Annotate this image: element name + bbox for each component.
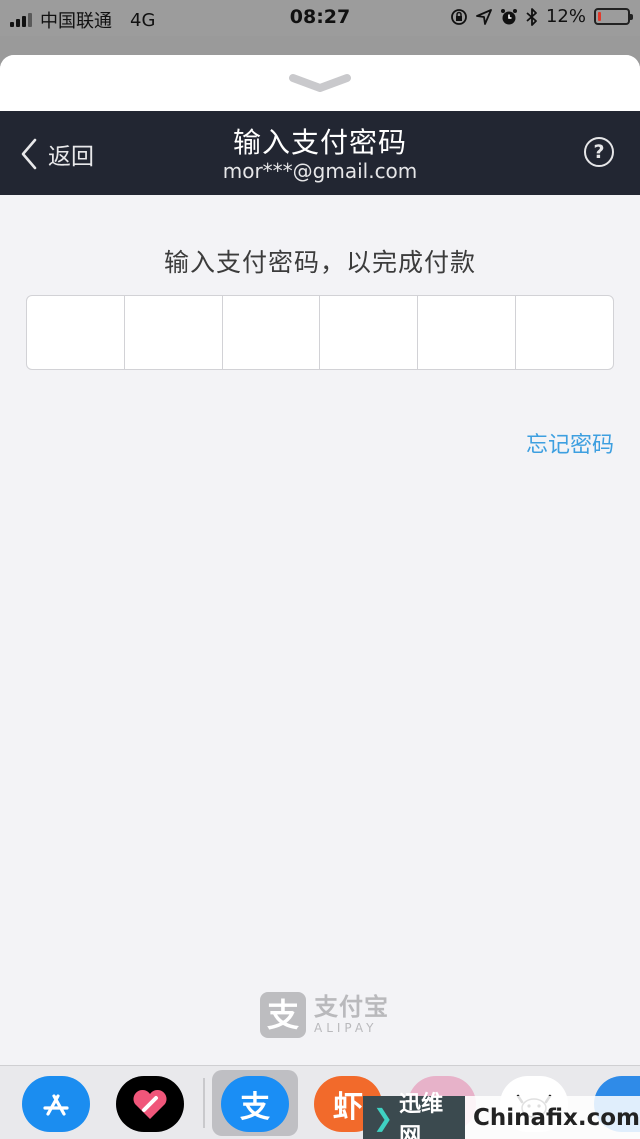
brand-name-cn: 支付宝 bbox=[314, 993, 389, 1021]
page-title: 输入支付密码 bbox=[232, 126, 407, 159]
chevron-right-icon: ❯ bbox=[373, 1103, 394, 1132]
battery-percent: 12% bbox=[545, 6, 586, 27]
pin-input[interactable] bbox=[26, 295, 614, 370]
pin-digit-5[interactable] bbox=[418, 296, 517, 369]
alipay-logo: 支 支付宝 ALIPAY bbox=[260, 992, 389, 1038]
dock-divider bbox=[203, 1078, 205, 1128]
nav-bar: 返回 输入支付密码 mor***@gmail.com ? bbox=[0, 111, 640, 195]
alipay-logo-icon: 支 bbox=[260, 992, 306, 1038]
watermark-left: ❯ 迅维网 bbox=[363, 1092, 465, 1139]
status-right: 12% bbox=[450, 6, 633, 27]
pin-digit-2[interactable] bbox=[125, 296, 223, 369]
pin-digit-3[interactable] bbox=[223, 296, 321, 369]
watermark: ❯ 迅维网 Chinafix.com bbox=[363, 1092, 640, 1139]
bluetooth-icon bbox=[526, 7, 537, 26]
app-store-icon[interactable] bbox=[22, 1076, 90, 1132]
chevron-down-icon[interactable] bbox=[288, 73, 352, 95]
alipay-wordmark: 支付宝 ALIPAY bbox=[314, 994, 389, 1036]
pin-digit-1[interactable] bbox=[27, 296, 125, 369]
password-prompt: 输入支付密码，以完成付款 bbox=[163, 248, 476, 277]
account-email: mor***@gmail.com bbox=[222, 159, 418, 183]
status-bar: 中国联通 4G 08:27 12% bbox=[0, 0, 640, 36]
pin-digit-4[interactable] bbox=[320, 296, 419, 369]
brand-name-en: ALIPAY bbox=[314, 1021, 378, 1035]
battery-fill bbox=[598, 12, 602, 21]
pin-digit-6[interactable] bbox=[516, 296, 613, 369]
heart-glyph bbox=[133, 1089, 167, 1119]
sheet-handle-area[interactable] bbox=[0, 55, 640, 111]
alarm-clock-icon bbox=[500, 8, 517, 24]
help-button[interactable]: ? bbox=[584, 137, 614, 167]
watermark-right-text: Chinafix.com bbox=[464, 1096, 640, 1139]
forgot-password-link[interactable]: 忘记密码 bbox=[526, 427, 614, 459]
battery-icon bbox=[594, 8, 633, 25]
orientation-lock-icon bbox=[451, 8, 467, 25]
health-heart-icon[interactable] bbox=[116, 1076, 184, 1132]
location-arrow-icon bbox=[476, 8, 492, 25]
alipay-icon[interactable]: 支 bbox=[221, 1076, 289, 1132]
watermark-left-text: 迅维网 bbox=[399, 1091, 444, 1139]
payment-sheet: 返回 输入支付密码 mor***@gmail.com ? 输入支付密码，以完成付… bbox=[0, 55, 640, 1065]
app-store-glyph bbox=[43, 1094, 69, 1116]
